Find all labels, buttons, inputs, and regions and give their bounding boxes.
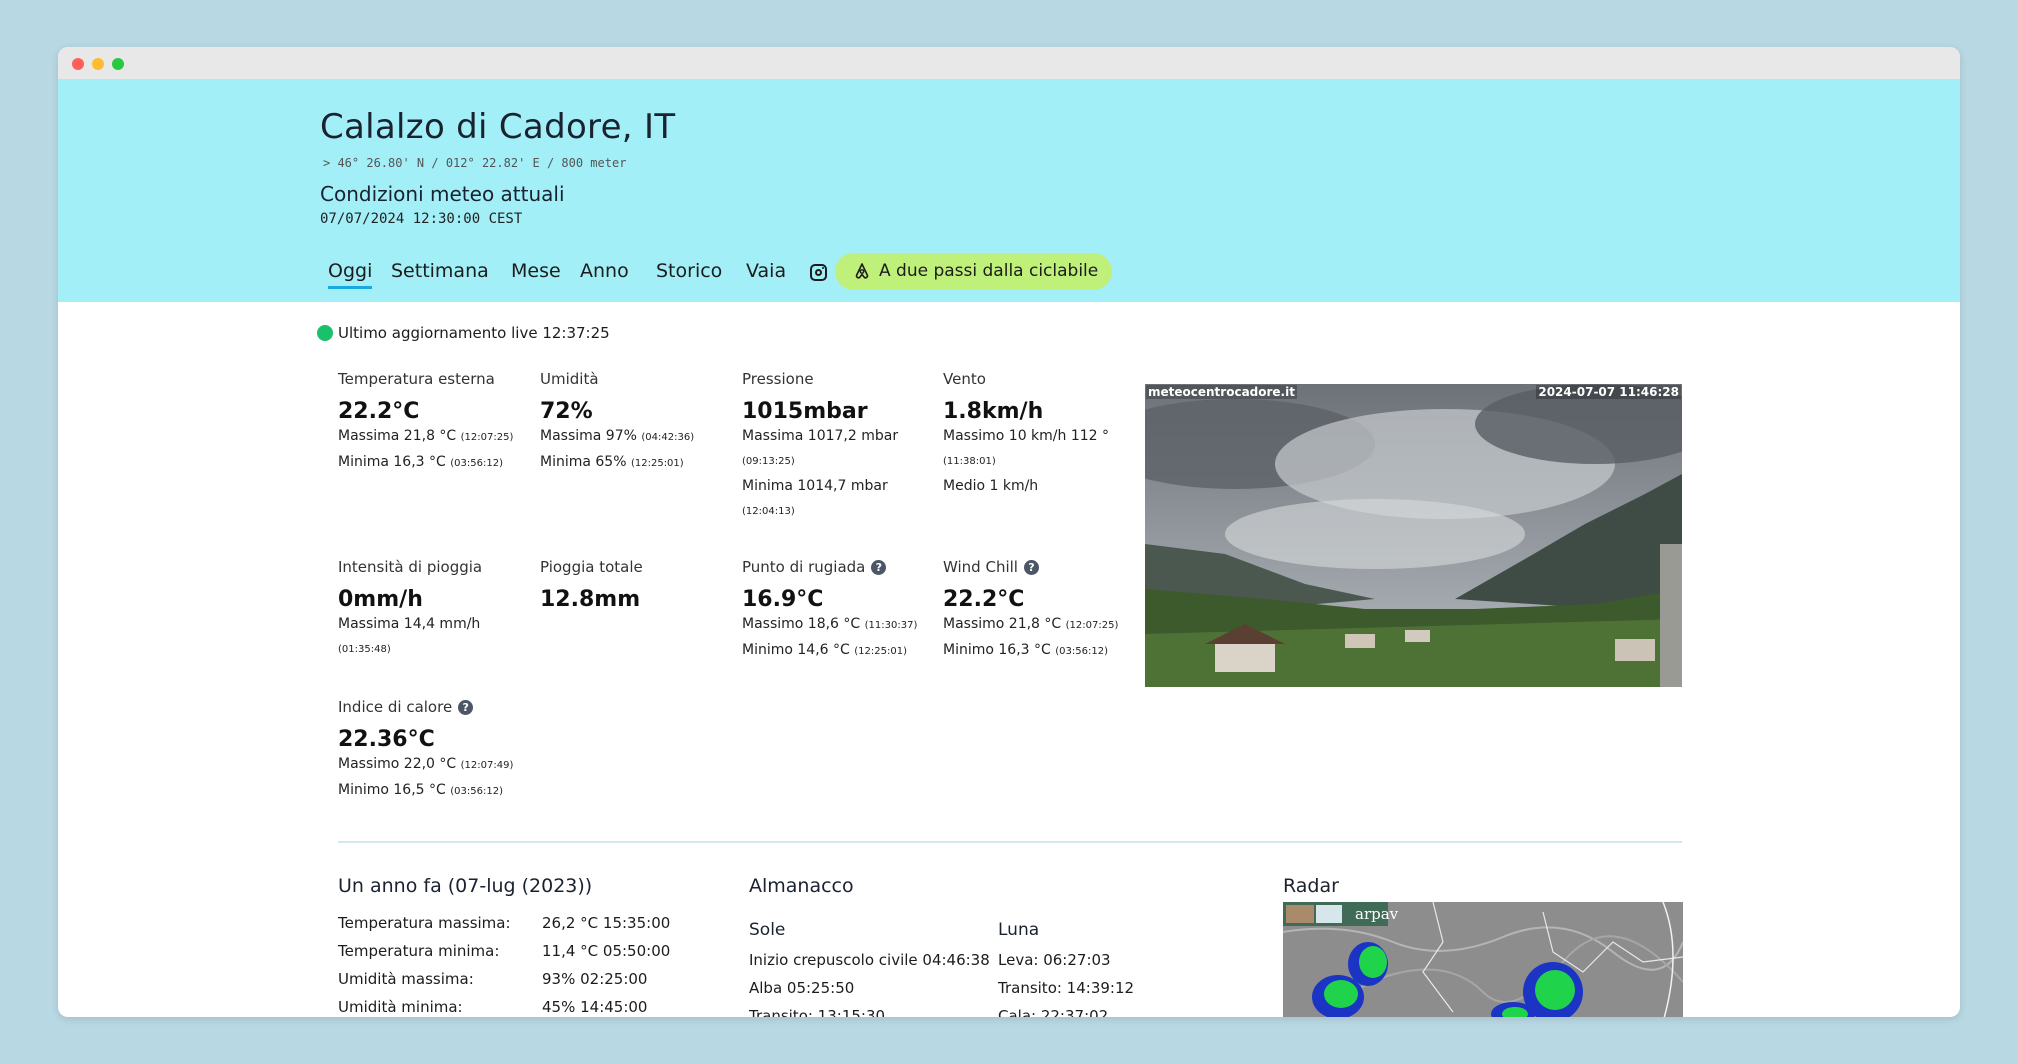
- sun-sunrise: Alba 05:25:50: [749, 979, 855, 997]
- year-ago-title: Un anno fa (07-lug (2023)): [338, 875, 593, 897]
- card-heat-index: Indice di calore? 22.36°C Massimo 22,0 °…: [338, 698, 528, 804]
- sun-heading: Sole: [749, 920, 786, 940]
- help-icon[interactable]: ?: [1023, 560, 1039, 575]
- nav-tab-anno[interactable]: Anno: [580, 260, 629, 282]
- card-label: Pressione: [742, 370, 814, 388]
- webcam-timestamp: 2024-07-07 11:46:28: [1536, 385, 1681, 399]
- card-min-line: Minimo 16,5 °C (03:56:12): [338, 782, 503, 798]
- card-value: 1015mbar: [742, 399, 868, 424]
- card-pressure: Pressione 1015mbar Massima 1017,2 mbar (…: [742, 370, 932, 524]
- card-value: 1.8km/h: [943, 399, 1044, 424]
- card-max-line: Massima 1017,2 mbar (09:13:25): [742, 428, 899, 467]
- table-row: Umidità massima: 93% 02:25:00: [338, 970, 648, 988]
- close-window-button[interactable]: [72, 58, 84, 70]
- page-subtitle: Condizioni meteo attuali: [320, 182, 565, 206]
- almanac-title: Almanacco: [749, 875, 854, 897]
- card-value: 22.2°C: [943, 587, 1025, 612]
- card-max-line: Massima 14,4 mm/h (01:35:48): [338, 616, 481, 655]
- instagram-icon[interactable]: [810, 264, 827, 281]
- webcam-image[interactable]: meteocentrocadore.it 2024-07-07 11:46:28: [1145, 384, 1682, 687]
- moon-heading: Luna: [998, 920, 1040, 940]
- card-humidity: Umidità 72% Massima 97% (04:42:36) Minim…: [540, 370, 730, 476]
- card-temperature: Temperatura esterna 22.2°C Massima 21,8 …: [338, 370, 528, 476]
- card-min-line: Minimo 14,6 °C (12:25:01): [742, 642, 907, 658]
- nav-tab-oggi[interactable]: Oggi: [328, 260, 373, 289]
- webcam-source-label: meteocentrocadore.it: [1146, 385, 1297, 399]
- webcam-picture: [1145, 384, 1682, 687]
- card-label: Indice di calore?: [338, 698, 528, 716]
- help-icon[interactable]: ?: [458, 700, 474, 715]
- page-title: Calalzo di Cadore, IT: [320, 107, 676, 147]
- card-label: Punto di rugiada?: [742, 558, 932, 576]
- arpav-logo-text: arpav: [1355, 905, 1399, 923]
- help-icon[interactable]: ?: [871, 560, 887, 575]
- card-label: Pioggia totale: [540, 558, 643, 576]
- station-coordinates: > 46° 26.80' N / 012° 22.82' E / 800 met…: [323, 156, 627, 170]
- card-min-line: Minima 1014,7 mbar (12:04:13): [742, 478, 888, 517]
- browser-window: Calalzo di Cadore, IT > 46° 26.80' N / 0…: [58, 47, 1960, 1017]
- card-max-line: Massima 97% (04:42:36): [540, 428, 695, 444]
- year-ago-table: Temperatura massima: 26,2 °C 15:35:00 Tem…: [338, 909, 670, 1017]
- moon-set: Cala: 22:37:02: [998, 1007, 1109, 1017]
- table-row: Temperatura minima: 11,4 °C 05:50:00: [338, 942, 671, 960]
- card-max-line: Massima 21,8 °C (12:07:25): [338, 428, 514, 444]
- moon-transit: Transito: 14:39:12: [998, 979, 1135, 997]
- table-row: Temperatura massima: 26,2 °C 15:35:00: [338, 914, 671, 932]
- card-rain-total: Pioggia totale 12.8mm: [540, 558, 730, 612]
- card-label: Temperatura esterna: [338, 370, 495, 388]
- card-value: 0mm/h: [338, 587, 423, 612]
- card-min-line: Minima 16,3 °C (03:56:12): [338, 454, 503, 470]
- table-row: Umidità minima: 45% 14:45:00: [338, 998, 648, 1016]
- live-status-dot-icon: [317, 325, 333, 341]
- nav-tab-settimana[interactable]: Settimana: [391, 260, 489, 282]
- live-update-text: Ultimo aggiornamento live 12:37:25: [338, 324, 610, 342]
- nav-tab-mese[interactable]: Mese: [511, 260, 561, 282]
- card-max-line: Massimo 18,6 °C (11:30:37): [742, 616, 918, 632]
- window-titlebar: [58, 47, 1960, 79]
- card-label: Wind Chill?: [943, 558, 1133, 576]
- card-label: Vento: [943, 370, 986, 388]
- card-rain-rate: Intensità di pioggia 0mm/h Massima 14,4 …: [338, 558, 528, 662]
- card-wind-chill: Wind Chill? 22.2°C Massimo 21,8 °C (12:0…: [943, 558, 1133, 664]
- moon-rise: Leva: 06:27:03: [998, 951, 1111, 969]
- card-value: 12.8mm: [540, 587, 641, 612]
- card-wind: Vento 1.8km/h Massimo 10 km/h 112 ° (11:…: [943, 370, 1133, 498]
- card-max-line: Massimo 10 km/h 112 ° (11:38:01): [943, 428, 1110, 467]
- card-value: 16.9°C: [742, 587, 824, 612]
- card-min-line: Minima 65% (12:25:01): [540, 454, 684, 470]
- minimize-window-button[interactable]: [92, 58, 104, 70]
- page-header: Calalzo di Cadore, IT > 46° 26.80' N / 0…: [58, 79, 1960, 302]
- airbnb-link-button[interactable]: A due passi dalla ciclabile: [835, 253, 1112, 290]
- maximize-window-button[interactable]: [112, 58, 124, 70]
- radar-title: Radar: [1283, 875, 1339, 897]
- radar-map[interactable]: arpav: [1283, 902, 1683, 1017]
- card-label: Umidità: [540, 370, 599, 388]
- card-value: 22.2°C: [338, 399, 420, 424]
- card-value: 72%: [540, 399, 593, 424]
- section-divider: [338, 841, 1682, 843]
- card-dew-point: Punto di rugiada? 16.9°C Massimo 18,6 °C…: [742, 558, 932, 664]
- observation-datetime: 07/07/2024 12:30:00 CEST: [320, 211, 523, 227]
- live-update-status: Ultimo aggiornamento live 12:37:25: [317, 324, 610, 342]
- airbnb-icon: [855, 263, 869, 279]
- airbnb-link-label: A due passi dalla ciclabile: [879, 261, 1099, 281]
- card-min-line: Minimo 16,3 °C (03:56:12): [943, 642, 1108, 658]
- card-avg-line: Medio 1 km/h: [943, 478, 1039, 494]
- nav-tab-storico[interactable]: Storico: [656, 260, 722, 282]
- nav-tab-vaia[interactable]: Vaia: [746, 260, 786, 282]
- radar-map-image: arpav: [1283, 902, 1683, 1017]
- card-max-line: Massimo 21,8 °C (12:07:25): [943, 616, 1119, 632]
- card-value: 22.36°C: [338, 727, 435, 752]
- sun-transit: Transito: 13:15:30: [749, 1007, 886, 1017]
- sun-civil-twilight: Inizio crepuscolo civile 04:46:38: [749, 951, 990, 969]
- card-label: Intensità di pioggia: [338, 558, 483, 576]
- card-max-line: Massimo 22,0 °C (12:07:49): [338, 756, 514, 772]
